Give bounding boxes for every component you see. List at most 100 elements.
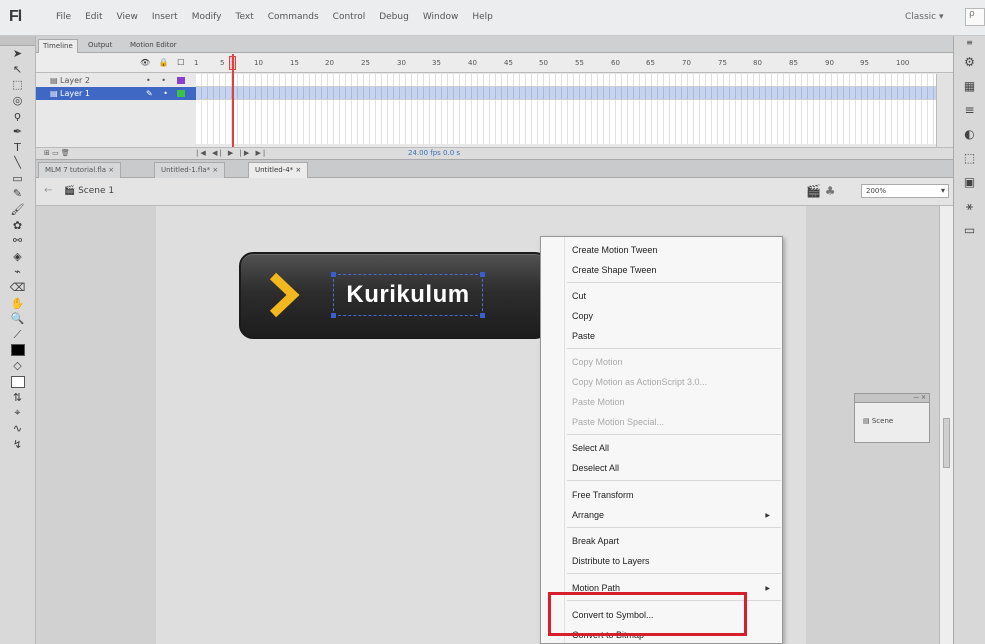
ruler-label: 15 xyxy=(290,59,299,67)
playback-controls[interactable]: |◀ ◀| ▶ |▶ ▶| xyxy=(196,149,267,157)
tab-motion-editor[interactable]: Motion Editor xyxy=(126,39,181,53)
layer-outline-color[interactable] xyxy=(177,77,185,84)
rectangle-tool-icon[interactable]: ▭ xyxy=(0,171,35,187)
swap-colors-icon[interactable]: ⇅ xyxy=(0,390,35,406)
selection-handle[interactable] xyxy=(480,313,485,318)
zoom-select[interactable]: 200% ▾ xyxy=(861,184,949,198)
menu-control[interactable]: Control xyxy=(333,12,366,22)
hand-tool-icon[interactable]: ✋ xyxy=(0,296,35,312)
menu-item-deselect-all[interactable]: Deselect All xyxy=(572,463,619,473)
menu-debug[interactable]: Debug xyxy=(379,12,409,22)
doc-tab-untitled-4[interactable]: Untitled-4* × xyxy=(248,162,309,178)
components-panel-icon[interactable]: ▣ xyxy=(954,170,985,194)
menu-item-create-motion-tween[interactable]: Create Motion Tween xyxy=(572,245,657,255)
frame-row[interactable] xyxy=(196,74,936,87)
straighten-icon[interactable]: ↯ xyxy=(0,437,35,453)
menu-edit[interactable]: Edit xyxy=(85,12,102,22)
menu-insert[interactable]: Insert xyxy=(152,12,178,22)
menu-item-select-all[interactable]: Select All xyxy=(572,443,609,453)
layer-visibility-lock-outline-icons[interactable]: 👁 🔒 ☐ xyxy=(140,58,187,67)
align-panel-icon[interactable]: ≡ xyxy=(954,98,985,122)
menu-text[interactable]: Text xyxy=(236,12,254,22)
stage-area[interactable]: Kurikulum xyxy=(36,206,953,644)
back-arrow-icon[interactable]: ← xyxy=(44,185,52,196)
paint-bucket-tool-icon[interactable]: ◈ xyxy=(0,249,35,265)
workspace-switcher[interactable]: Classic ▾ xyxy=(905,12,944,22)
doc-tab-untitled-1[interactable]: Untitled-1.fla* × xyxy=(154,162,226,178)
edit-scene-edit-symbol-icons[interactable]: 🎬 ♣ xyxy=(806,184,836,198)
panel-titlebar[interactable]: — × xyxy=(855,394,929,403)
tab-timeline[interactable]: Timeline xyxy=(38,39,78,53)
layer-outline-color[interactable] xyxy=(177,90,185,97)
properties-panel-icon[interactable]: ⚙ xyxy=(954,50,985,74)
scene-panel-label[interactable]: ▤ Scene xyxy=(863,417,893,425)
selection-handle[interactable] xyxy=(480,272,485,277)
menu-item-paste[interactable]: Paste xyxy=(572,331,595,341)
fill-color-icon[interactable]: ◇ xyxy=(0,358,35,374)
button-graphic[interactable]: Kurikulum xyxy=(239,252,549,339)
scroll-thumb[interactable] xyxy=(943,418,950,468)
library-panel-icon[interactable]: ▦ xyxy=(954,74,985,98)
menu-item-arrange[interactable]: Arrange xyxy=(572,510,604,520)
brush-tool-icon[interactable]: 🖌 xyxy=(0,202,35,218)
scene-panel[interactable]: — × ▤ Scene xyxy=(854,393,930,443)
line-tool-icon[interactable]: ╲ xyxy=(0,155,35,171)
playhead[interactable] xyxy=(232,54,234,154)
help-search-input[interactable]: ρ xyxy=(965,8,985,26)
eyedropper-tool-icon[interactable]: ⌁ xyxy=(0,264,35,280)
pencil-tool-icon[interactable]: ✎ xyxy=(0,186,35,202)
menu-item-free-transform[interactable]: Free Transform xyxy=(572,490,634,500)
selection-handle[interactable] xyxy=(331,272,336,277)
menu-view[interactable]: View xyxy=(117,12,138,22)
menu-item-break-apart[interactable]: Break Apart xyxy=(572,536,619,546)
scene-breadcrumb[interactable]: 🎬 Scene 1 xyxy=(64,186,114,196)
menu-item-copy[interactable]: Copy xyxy=(572,311,593,321)
code-snippets-icon[interactable]: ▭ xyxy=(954,218,985,242)
pen-tool-icon[interactable]: ✒ xyxy=(0,124,35,140)
motion-presets-icon[interactable]: ⚹ xyxy=(954,194,985,218)
3d-rotation-tool-icon[interactable]: ◎ xyxy=(0,93,35,109)
stroke-color-icon[interactable]: ⟋ xyxy=(0,327,35,343)
doc-tab-mlm7[interactable]: MLM 7 tutorial.fla × xyxy=(38,162,122,178)
smooth-icon[interactable]: ∿ xyxy=(0,421,35,437)
zoom-tool-icon[interactable]: 🔍 xyxy=(0,311,35,327)
stroke-color-swatch[interactable] xyxy=(10,344,25,357)
selection-handle[interactable] xyxy=(331,313,336,318)
lasso-tool-icon[interactable]: ϙ xyxy=(0,108,35,124)
menu-file[interactable]: File xyxy=(56,12,71,22)
button-text-field[interactable]: Kurikulum xyxy=(333,274,483,316)
free-transform-tool-icon[interactable]: ⬚ xyxy=(0,77,35,93)
timeline-scrollbar[interactable] xyxy=(936,74,953,148)
color-panel-icon[interactable]: ◐ xyxy=(954,122,985,146)
layer-toggles[interactable]: • • xyxy=(146,74,170,87)
layer-row-layer-2[interactable]: ▤ Layer 2 • • xyxy=(36,74,196,87)
tools-grip[interactable] xyxy=(0,36,35,46)
tab-output[interactable]: Output xyxy=(84,39,116,53)
menu-commands[interactable]: Commands xyxy=(268,12,319,22)
snap-to-objects-icon[interactable]: ⌖ xyxy=(0,405,35,421)
frame-rate-info: 24.00 fps 0.0 s xyxy=(408,149,461,157)
bone-tool-icon[interactable]: ⚯ xyxy=(0,233,35,249)
eraser-tool-icon[interactable]: ⌫ xyxy=(0,280,35,296)
transform-panel-icon[interactable]: ⬚ xyxy=(954,146,985,170)
fill-color-swatch[interactable] xyxy=(10,375,25,388)
frame-row[interactable] xyxy=(196,87,936,100)
new-layer-icon[interactable]: ⊞ ▭ 🗑 xyxy=(44,149,70,157)
menu-item-distribute-to-layers[interactable]: Distribute to Layers xyxy=(572,556,650,566)
layer-row-layer-1[interactable]: ▤ Layer 1 ✎ • • xyxy=(36,87,196,100)
text-tool-icon[interactable]: T xyxy=(0,140,35,156)
menu-item-create-shape-tween[interactable]: Create Shape Tween xyxy=(572,265,656,275)
menu-help[interactable]: Help xyxy=(472,12,493,22)
menu-window[interactable]: Window xyxy=(423,12,459,22)
deco-tool-icon[interactable]: ✿ xyxy=(0,218,35,234)
app-logo: Fl xyxy=(9,8,22,25)
frame-grid[interactable] xyxy=(196,74,936,144)
dock-collapse-icon[interactable]: ≡ xyxy=(954,36,985,50)
frame-ruler[interactable]: 1 5 10 15 20 25 30 35 40 45 50 55 60 65 … xyxy=(194,59,933,71)
menu-modify[interactable]: Modify xyxy=(192,12,222,22)
menu-item-cut[interactable]: Cut xyxy=(572,291,586,301)
stage-scrollbar[interactable] xyxy=(939,206,953,644)
subselection-tool-icon[interactable]: ↖ xyxy=(0,62,35,78)
selection-tool-icon[interactable]: ➤ xyxy=(0,46,35,62)
layer-name: Layer 1 xyxy=(60,89,90,98)
